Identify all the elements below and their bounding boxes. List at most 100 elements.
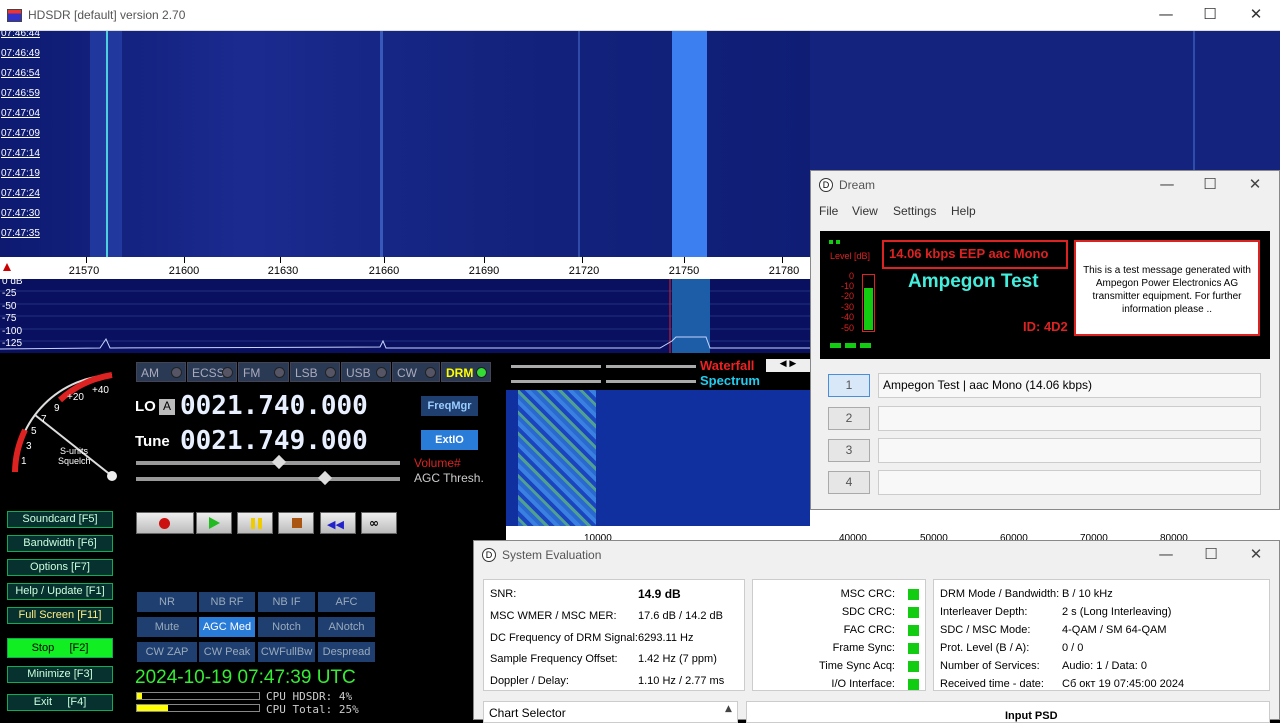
db-label: 0 dB bbox=[2, 279, 23, 287]
nr-button[interactable]: NR bbox=[137, 592, 197, 612]
minimize-icon[interactable]: — bbox=[1152, 5, 1180, 25]
volume-slider[interactable] bbox=[136, 461, 400, 465]
mode-fm-button[interactable]: FM bbox=[238, 362, 289, 382]
mode-ecss-button[interactable]: ECSS bbox=[187, 362, 237, 382]
time-label: 07:47:14 bbox=[1, 148, 40, 159]
app-icon bbox=[7, 9, 22, 22]
time-label: 07:47:35 bbox=[1, 228, 40, 239]
mute-button[interactable]: Mute bbox=[137, 617, 197, 637]
minimize-button[interactable]: Minimize [F3] bbox=[7, 666, 113, 683]
record-button[interactable] bbox=[136, 512, 194, 534]
smeter-label: 5 bbox=[31, 426, 37, 437]
time-label: 07:47:09 bbox=[1, 128, 40, 139]
dream-close-icon[interactable]: ✕ bbox=[1241, 175, 1269, 195]
dream-app-icon: D bbox=[819, 178, 833, 192]
waterfall-slider-2[interactable] bbox=[606, 365, 696, 368]
freqmgr-button[interactable]: FreqMgr bbox=[421, 396, 478, 416]
stop-button[interactable]: Stop [F2] bbox=[7, 638, 113, 658]
frame-sync-led bbox=[908, 643, 919, 654]
notch-button[interactable]: Notch bbox=[258, 617, 315, 637]
service-4-button[interactable]: 4 bbox=[828, 471, 870, 494]
nb-if-button[interactable]: NB IF bbox=[258, 592, 315, 612]
pause-button[interactable] bbox=[237, 512, 273, 534]
agc-thresh-label: AGC Thresh. bbox=[414, 471, 484, 485]
service-1-button[interactable]: 1 bbox=[828, 374, 870, 397]
record-icon bbox=[159, 518, 170, 529]
menu-file[interactable]: File bbox=[819, 204, 838, 218]
play-button[interactable] bbox=[196, 512, 232, 534]
despread-button[interactable]: Despread bbox=[318, 642, 375, 662]
smeter-label: +20 bbox=[67, 392, 84, 403]
anotch-button[interactable]: ANotch bbox=[318, 617, 375, 637]
led-icon bbox=[171, 367, 182, 378]
lo-label: LO bbox=[135, 398, 156, 415]
play-icon bbox=[209, 517, 220, 529]
help-update-button[interactable]: Help / Update [F1] bbox=[7, 583, 113, 600]
freq-label: 21630 bbox=[267, 265, 299, 277]
waterfall-display[interactable]: 07:46:44 07:46:49 07:46:54 07:46:59 07:4… bbox=[0, 31, 810, 257]
volume-slider-handle[interactable] bbox=[271, 454, 287, 470]
close-icon[interactable]: ✕ bbox=[1242, 5, 1270, 25]
cw-peak-button[interactable]: CW Peak bbox=[199, 642, 255, 662]
nb-rf-button[interactable]: NB RF bbox=[199, 592, 255, 612]
lo-frequency[interactable]: 0021.740.000 bbox=[180, 391, 368, 421]
tune-frequency[interactable]: 0021.749.000 bbox=[180, 426, 368, 456]
service-2-button[interactable]: 2 bbox=[828, 407, 870, 430]
mode-drm-button[interactable]: DRM bbox=[441, 362, 491, 382]
spectrum-slider-2[interactable] bbox=[606, 380, 696, 383]
freq-label: 21720 bbox=[568, 265, 600, 277]
loop-button[interactable]: ∞ bbox=[361, 512, 397, 534]
db-label: -50 bbox=[2, 301, 17, 312]
menu-settings[interactable]: Settings bbox=[893, 204, 936, 218]
cw-zap-button[interactable]: CW ZAP bbox=[137, 642, 197, 662]
freq-label: 21690 bbox=[468, 265, 500, 277]
extio-button[interactable]: ExtIO bbox=[421, 430, 478, 450]
menu-view[interactable]: View bbox=[852, 204, 878, 218]
spectrum-display[interactable]: 0 dB -25 -50 -75 -100 -125 bbox=[0, 279, 810, 353]
audio-waterfall[interactable] bbox=[506, 390, 810, 526]
stop-icon bbox=[292, 518, 302, 528]
tune-marker-icon bbox=[3, 263, 11, 271]
rewind-icon: ◀◀ bbox=[327, 518, 344, 531]
bandwidth-button[interactable]: Bandwidth [F6] bbox=[7, 535, 113, 552]
spectrum-slider-1[interactable] bbox=[511, 380, 601, 383]
syseval-maximize-icon[interactable]: ☐ bbox=[1197, 545, 1225, 565]
syseval-close-icon[interactable]: ✕ bbox=[1242, 545, 1270, 565]
agc-med-button[interactable]: AGC Med bbox=[199, 617, 255, 637]
full-screen-button[interactable]: Full Screen [F11] bbox=[7, 607, 113, 624]
service-3-button[interactable]: 3 bbox=[828, 439, 870, 462]
led-icon bbox=[274, 367, 285, 378]
syseval-minimize-icon[interactable]: — bbox=[1152, 545, 1180, 565]
level-label: Level [dB] bbox=[830, 251, 871, 261]
rewind-button[interactable]: ◀◀ bbox=[320, 512, 356, 534]
mode-lsb-button[interactable]: LSB bbox=[290, 362, 340, 382]
station-id: ID: 4D2 bbox=[1023, 319, 1068, 334]
menu-help[interactable]: Help bbox=[951, 204, 976, 218]
scroll-arrows[interactable]: ◀ ▶ bbox=[766, 359, 810, 372]
stop-play-button[interactable] bbox=[278, 512, 314, 534]
mode-usb-button[interactable]: USB bbox=[341, 362, 391, 382]
waterfall-extension bbox=[810, 31, 1280, 170]
frequency-scale[interactable]: 21570 21600 21630 21660 21690 21720 2175… bbox=[0, 257, 810, 279]
afc-button[interactable]: AFC bbox=[318, 592, 375, 612]
options-button[interactable]: Options [F7] bbox=[7, 559, 113, 576]
mode-cw-button[interactable]: CW bbox=[392, 362, 440, 382]
db-label: -125 bbox=[2, 338, 23, 349]
mode-am-button[interactable]: AM bbox=[136, 362, 186, 382]
soundcard-button[interactable]: Soundcard [F5] bbox=[7, 511, 113, 528]
loop-icon: ∞ bbox=[369, 516, 379, 530]
maximize-icon[interactable]: ☐ bbox=[1196, 5, 1224, 25]
waterfall-slider-1[interactable] bbox=[511, 365, 601, 368]
dream-window: D Dream — ☐ ✕ File View Settings Help Le… bbox=[810, 170, 1280, 510]
agc-slider[interactable] bbox=[136, 477, 400, 481]
scroll-up-icon[interactable]: ▲ bbox=[722, 704, 735, 718]
exit-button[interactable]: Exit [F4] bbox=[7, 694, 113, 711]
agc-slider-handle[interactable] bbox=[317, 470, 333, 486]
db-label: -75 bbox=[2, 313, 17, 324]
dream-maximize-icon[interactable]: ☐ bbox=[1196, 175, 1224, 195]
led-icon bbox=[222, 367, 233, 378]
lo-vfo-a[interactable]: A bbox=[159, 399, 175, 415]
waterfall-label: Waterfall bbox=[700, 358, 755, 373]
cw-fullbw-button[interactable]: CWFullBw bbox=[258, 642, 315, 662]
dream-minimize-icon[interactable]: — bbox=[1153, 175, 1181, 195]
